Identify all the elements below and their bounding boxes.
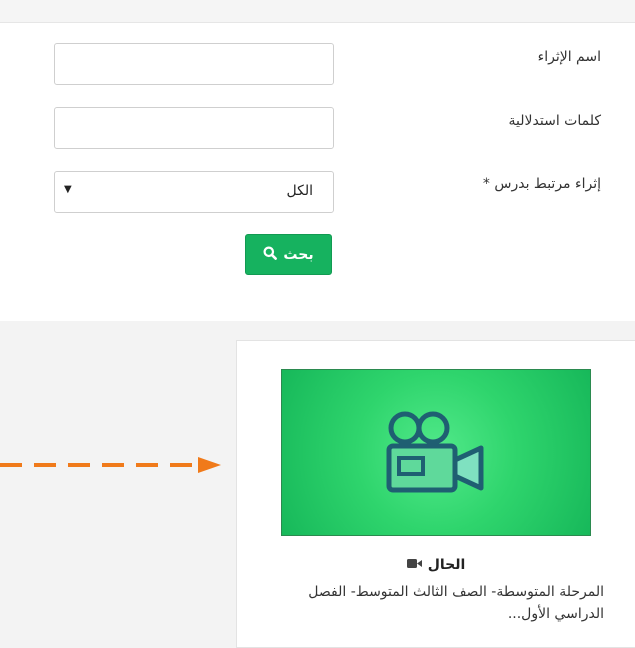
card-description: المرحلة المتوسطة- الصف الثالث المتوسط- ا… [308, 584, 604, 622]
video-icon [406, 557, 422, 573]
annotation-arrow-icon [0, 457, 221, 473]
lesson-select-value: الكل [286, 183, 314, 199]
enrichment-name-label: اسم الإثراء [537, 49, 601, 65]
search-button[interactable]: بحث [245, 234, 332, 275]
video-thumbnail[interactable] [281, 369, 591, 536]
top-bar [0, 0, 635, 23]
keywords-input[interactable] [54, 107, 334, 149]
search-icon [263, 246, 278, 264]
lesson-link-label: إثراء مرتبط بدرس * [482, 176, 601, 192]
enrichment-name-input[interactable] [54, 43, 334, 85]
keywords-label: كلمات استدلالية [508, 113, 601, 129]
search-button-label: بحث [283, 246, 314, 263]
caret-down-icon: ▼ [64, 184, 72, 195]
lesson-select[interactable]: الكل ▼ [54, 171, 334, 213]
card-title-text: الحال [427, 557, 466, 573]
video-camera-icon [386, 411, 484, 493]
card-title[interactable]: الحال [281, 557, 591, 573]
